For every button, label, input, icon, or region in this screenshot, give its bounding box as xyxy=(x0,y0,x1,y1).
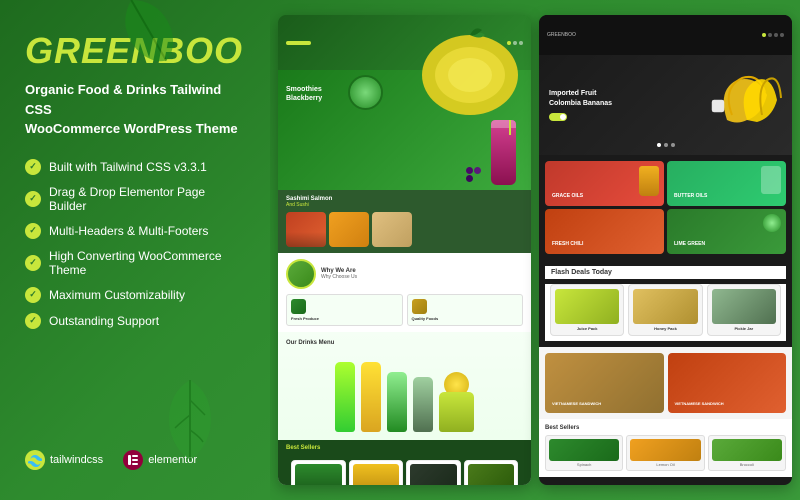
feature-label-5: Maximum Customizability xyxy=(49,288,185,302)
drinks-section-title: Our Drinks Menu xyxy=(286,340,523,346)
feature-label-6: Outstanding Support xyxy=(49,314,159,328)
deal-3: Pickle Jar xyxy=(707,284,781,336)
drink-1 xyxy=(335,362,355,432)
dot-3 xyxy=(671,143,675,147)
elementor-icon xyxy=(123,450,143,470)
preview-panel-fruit: GREENBOO Imported Fruit Colombia Bananas xyxy=(539,15,792,485)
seller-3: Green xyxy=(406,460,461,485)
lemon-decoration xyxy=(420,25,520,130)
feature-label-4: High Converting WooCommerce Theme xyxy=(49,249,245,277)
feature-label-1: Built with Tailwind CSS v3.3.1 xyxy=(49,160,207,174)
p2-seller-name-3: Broccoli xyxy=(712,462,782,467)
deals-row: Juice Pack Honey Pack Pickle Jar xyxy=(545,284,786,341)
dot-2 xyxy=(664,143,668,147)
panel2-sellers-row: Spinach Lemon Oil Broccoli xyxy=(545,435,786,471)
feature-item-4: ✓ High Converting WooCommerce Theme xyxy=(25,249,245,277)
flash-deals-title: Flash Deals Today xyxy=(545,266,786,279)
lemon-drink-visual xyxy=(439,372,474,432)
feature-item-1: ✓ Built with Tailwind CSS v3.3.1 xyxy=(25,159,245,175)
grid-item-2: BUTTER OILS xyxy=(667,161,786,206)
leaf-decoration-bottom xyxy=(155,375,225,470)
drink-2 xyxy=(361,362,381,432)
deal-img-3 xyxy=(712,289,776,324)
features-list: ✓ Built with Tailwind CSS v3.3.1 ✓ Drag … xyxy=(25,159,245,329)
panel1-drinks-menu: Our Drinks Menu xyxy=(278,332,531,440)
grid-item-4: LIME GREEN xyxy=(667,209,786,254)
deal-label-1: Juice Pack xyxy=(555,326,619,331)
deal-1: Juice Pack xyxy=(550,284,624,336)
feature-item-5: ✓ Maximum Customizability xyxy=(25,287,245,303)
seller-1: Organic xyxy=(291,460,346,485)
check-icon-6: ✓ xyxy=(25,313,41,329)
p2-seller-3: Broccoli xyxy=(708,435,786,471)
panel2-hero: Imported Fruit Colombia Bananas xyxy=(539,55,792,155)
feature-label-3: Multi-Headers & Multi-Footers xyxy=(49,224,208,238)
panel1-salmon-section: Sashimi Salmon And Sushi xyxy=(278,190,531,253)
brand-tagline: Organic Food & Drinks Tailwind CSS WooCo… xyxy=(25,80,245,139)
panel2-sellers-title: Best Sellers xyxy=(545,425,786,431)
drinks-visual xyxy=(286,352,523,432)
main-container: GREENBOO Organic Food & Drinks Tailwind … xyxy=(0,0,800,500)
deal-label-3: Pickle Jar xyxy=(712,326,776,331)
deal-img-2 xyxy=(633,289,697,324)
check-icon-5: ✓ xyxy=(25,287,41,303)
seller-img-4 xyxy=(468,464,515,485)
sandwich-section: VIETNAMESE SANDWICH VIETNAMESE SANDWICH xyxy=(539,347,792,419)
seller-img-3 xyxy=(410,464,457,485)
feature-item-2: ✓ Drag & Drop Elementor Page Builder xyxy=(25,185,245,213)
panel2-brand: GREENBOO xyxy=(547,32,576,38)
check-icon-3: ✓ xyxy=(25,223,41,239)
tailwind-icon xyxy=(25,450,45,470)
panel2-navbar: GREENBOO xyxy=(539,15,792,55)
seller-2: Natural xyxy=(349,460,404,485)
p2-seller-1: Spinach xyxy=(545,435,623,471)
check-icon-4: ✓ xyxy=(25,255,41,271)
feature-label-2: Drag & Drop Elementor Page Builder xyxy=(49,185,245,213)
check-icon-1: ✓ xyxy=(25,159,41,175)
panel1-best-sellers: Best Sellers Organic Natural Green xyxy=(278,440,531,485)
tailwindcss-label: tailwindcss xyxy=(50,454,103,466)
drink-4 xyxy=(413,377,433,432)
sellers-row: Organic Natural Green Fresh xyxy=(286,455,523,485)
panel2-hero-text: Imported Fruit Colombia Bananas xyxy=(539,79,622,132)
panel2-flash-deals: Flash Deals Today Juice Pack Honey Pack … xyxy=(539,260,792,347)
deal-2: Honey Pack xyxy=(628,284,702,336)
panel2-best-sellers: Best Sellers Spinach Lemon Oil Broccoli xyxy=(539,419,792,477)
hero-text-smoothie: Smoothies Blackberry xyxy=(286,85,322,103)
seller-img-1 xyxy=(295,464,342,485)
panel1-organic-section: Why We Are Why Choose Us Fresh Produce Q… xyxy=(278,253,531,332)
preview-area: Smoothies Blackberry Sa xyxy=(270,0,800,500)
p2-seller-name-2: Lemon Oil xyxy=(630,462,700,467)
p2-seller-2: Lemon Oil xyxy=(626,435,704,471)
dot-1 xyxy=(657,143,661,147)
feature-item-3: ✓ Multi-Headers & Multi-Footers xyxy=(25,223,245,239)
seller-img-2 xyxy=(353,464,400,485)
sellers-title: Best Sellers xyxy=(286,445,523,451)
deal-img-1 xyxy=(555,289,619,324)
seller-4: Fresh xyxy=(464,460,519,485)
grid-item-1: GRACE OILS xyxy=(545,161,664,206)
check-icon-2: ✓ xyxy=(25,191,41,207)
p2-seller-img-2 xyxy=(630,439,700,461)
feature-item-6: ✓ Outstanding Support xyxy=(25,313,245,329)
left-panel: GREENBOO Organic Food & Drinks Tailwind … xyxy=(0,0,270,500)
sandwich-1: VIETNAMESE SANDWICH xyxy=(545,353,664,413)
p2-seller-img-1 xyxy=(549,439,619,461)
drink-3 xyxy=(387,372,407,432)
p2-seller-name-1: Spinach xyxy=(549,462,619,467)
banana-visual xyxy=(707,60,787,140)
tailwindcss-logo: tailwindcss xyxy=(25,450,103,470)
panel2-product-grid: GRACE OILS BUTTER OILS FRESH CHILI LIME … xyxy=(539,155,792,260)
p2-seller-img-3 xyxy=(712,439,782,461)
sandwich-2: VIETNAMESE SANDWICH xyxy=(668,353,787,413)
grid-item-3: FRESH CHILI xyxy=(545,209,664,254)
deal-label-2: Honey Pack xyxy=(633,326,697,331)
hero-nav-dots xyxy=(657,143,675,147)
